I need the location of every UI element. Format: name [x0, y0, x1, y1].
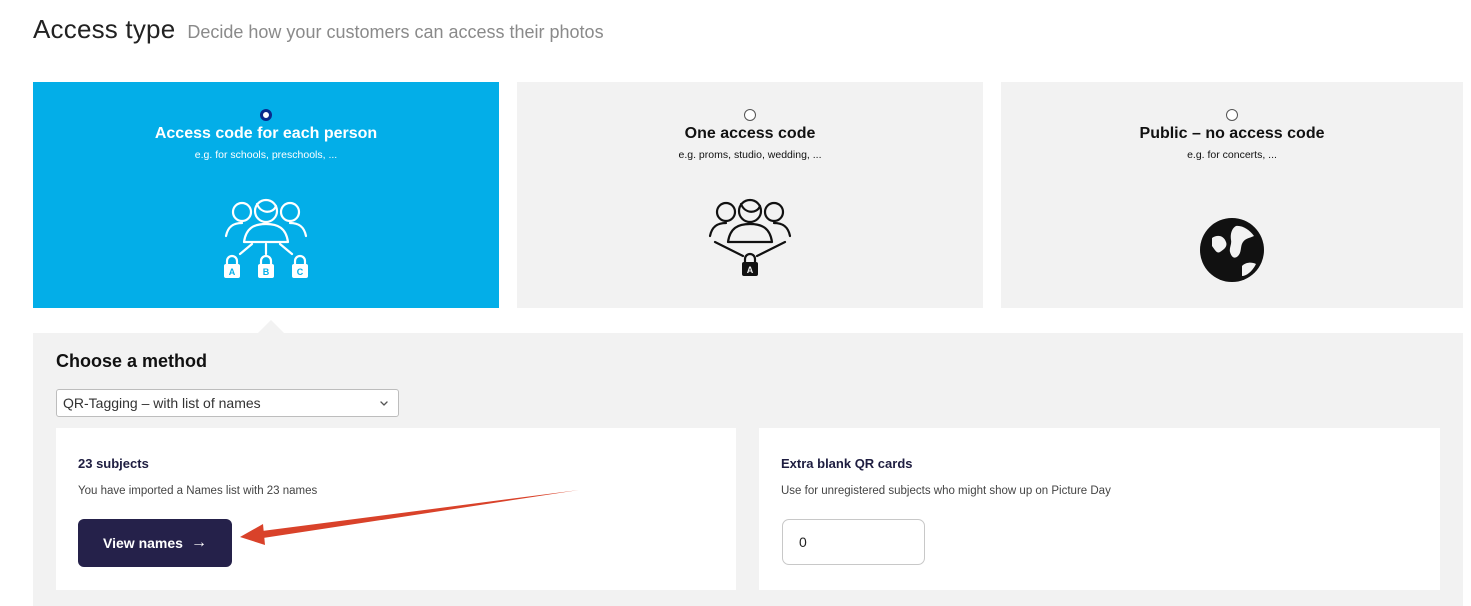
method-select-value: QR-Tagging – with list of names	[63, 395, 261, 411]
subjects-box: 23 subjects You have imported a Names li…	[56, 428, 736, 590]
access-option-public[interactable]: Public – no access code e.g. for concert…	[1001, 82, 1463, 308]
extra-cards-description: Use for unregistered subjects who might …	[781, 485, 1111, 497]
access-option-label: One access code	[684, 125, 816, 142]
method-select[interactable]: QR-Tagging – with list of names	[56, 389, 399, 417]
group-single-lock-icon: A	[708, 198, 792, 276]
access-option-each-person[interactable]: Access code for each person e.g. for sch…	[33, 82, 499, 308]
extra-cards-input[interactable]: 0	[782, 519, 925, 565]
lock-letter-c: C	[297, 267, 304, 277]
globe-icon	[1200, 218, 1264, 282]
page-header: Access type Decide how your customers ca…	[33, 14, 604, 45]
selected-pointer	[258, 320, 284, 333]
subjects-description: You have imported a Names list with 23 n…	[78, 485, 318, 497]
radio-public[interactable]	[1226, 109, 1238, 121]
access-option-hint: e.g. for schools, preschools, ...	[194, 149, 338, 161]
access-option-hint: e.g. proms, studio, wedding, ...	[678, 149, 822, 161]
extra-cards-value: 0	[799, 534, 807, 550]
method-panel: Choose a method QR-Tagging – with list o…	[33, 333, 1463, 606]
chevron-down-icon	[380, 401, 388, 406]
radio-each-person[interactable]	[260, 109, 272, 121]
arrow-right-icon: →	[190, 534, 207, 551]
extra-cards-box: Extra blank QR cards Use for unregistere…	[759, 428, 1440, 590]
radio-one-code[interactable]	[744, 109, 756, 121]
access-option-one-code[interactable]: One access code e.g. proms, studio, wedd…	[517, 82, 983, 308]
subjects-title: 23 subjects	[78, 456, 149, 471]
lock-letter-a: A	[229, 267, 236, 277]
access-option-hint: e.g. for concerts, ...	[1187, 149, 1277, 161]
page-title: Access type	[33, 14, 176, 44]
method-title: Choose a method	[56, 351, 208, 371]
extra-cards-title: Extra blank QR cards	[781, 456, 913, 471]
page-subtitle: Decide how your customers can access the…	[187, 22, 604, 42]
view-names-button[interactable]: View names →	[78, 519, 232, 567]
access-option-label: Access code for each person	[154, 125, 378, 142]
access-option-label: Public – no access code	[1139, 125, 1325, 142]
group-individual-locks-icon: A B C	[224, 198, 308, 278]
lock-letter-b: B	[263, 267, 270, 277]
lock-letter-a: A	[747, 265, 754, 275]
view-names-label: View names	[103, 535, 183, 551]
